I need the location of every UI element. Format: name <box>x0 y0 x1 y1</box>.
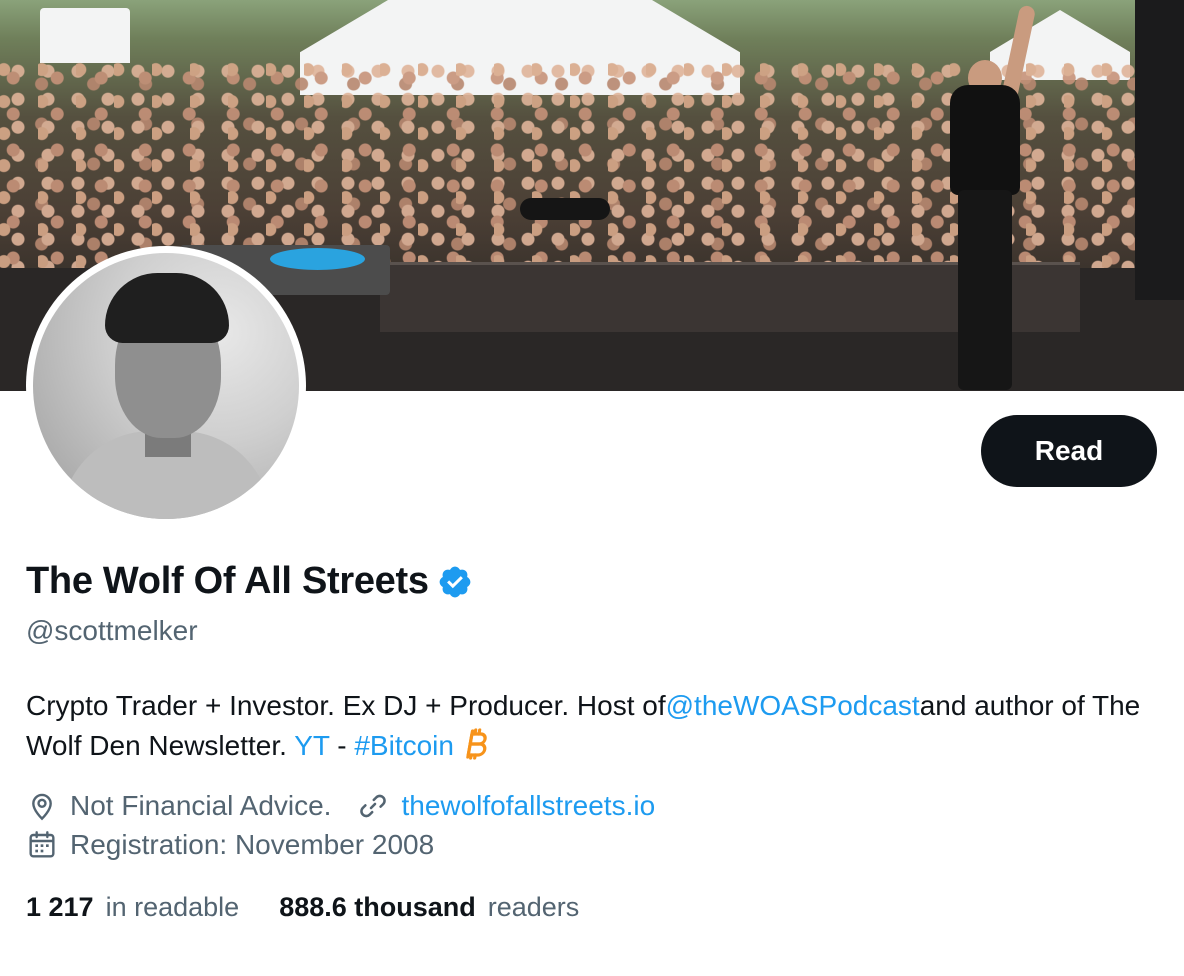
profile-bio: Crypto Trader + Investor. Ex DJ + Produc… <box>26 686 1166 766</box>
banner-performer <box>940 4 1037 390</box>
followers-label: readers <box>487 892 580 922</box>
banner-microphone <box>520 198 610 220</box>
avatar-photo <box>33 253 299 519</box>
followers-stat-link[interactable]: 888.6 thousand readers <box>279 892 579 923</box>
profile-location: Not Financial Advice. <box>70 790 332 821</box>
profile-meta-row: Not Financial Advice. thewolfofallstreet… <box>26 790 655 822</box>
profile-handle: @scottmelker <box>26 615 198 646</box>
bio-text-1: Crypto Trader + Investor. Ex DJ + Produc… <box>26 690 666 721</box>
profile-stats: 1 217 in readable 888.6 thousand readers <box>26 892 579 923</box>
followers-count: 888.6 thousand <box>279 892 476 922</box>
following-label: in readable <box>105 892 240 922</box>
profile-avatar[interactable] <box>26 246 306 526</box>
bio-yt-link[interactable]: YT <box>294 730 329 761</box>
banner-tent-left <box>40 8 130 63</box>
link-icon <box>360 794 387 818</box>
bio-mention-link[interactable]: @theWOASPodcast <box>666 690 920 721</box>
banner-speaker <box>1135 0 1184 300</box>
read-button[interactable]: Read <box>981 415 1157 487</box>
display-name-row: The Wolf Of All Streets <box>26 560 473 603</box>
following-count: 1 217 <box>26 892 94 922</box>
bitcoin-icon <box>466 728 487 760</box>
bio-hashtag-link[interactable]: #Bitcoin <box>354 730 454 761</box>
profile-website-link[interactable]: thewolfofallstreets.io <box>401 790 655 822</box>
bio-separator: - <box>329 730 355 761</box>
profile-registration-row: Registration: November 2008 <box>26 829 434 861</box>
calendar-icon <box>29 831 55 858</box>
location-pin-icon <box>32 793 52 821</box>
verified-badge-icon[interactable] <box>437 564 473 600</box>
banner-turntable <box>270 248 365 270</box>
following-stat-link[interactable]: 1 217 in readable <box>26 892 239 923</box>
display-name: The Wolf Of All Streets <box>26 560 429 602</box>
profile-registration-date: Registration: November 2008 <box>70 829 435 860</box>
